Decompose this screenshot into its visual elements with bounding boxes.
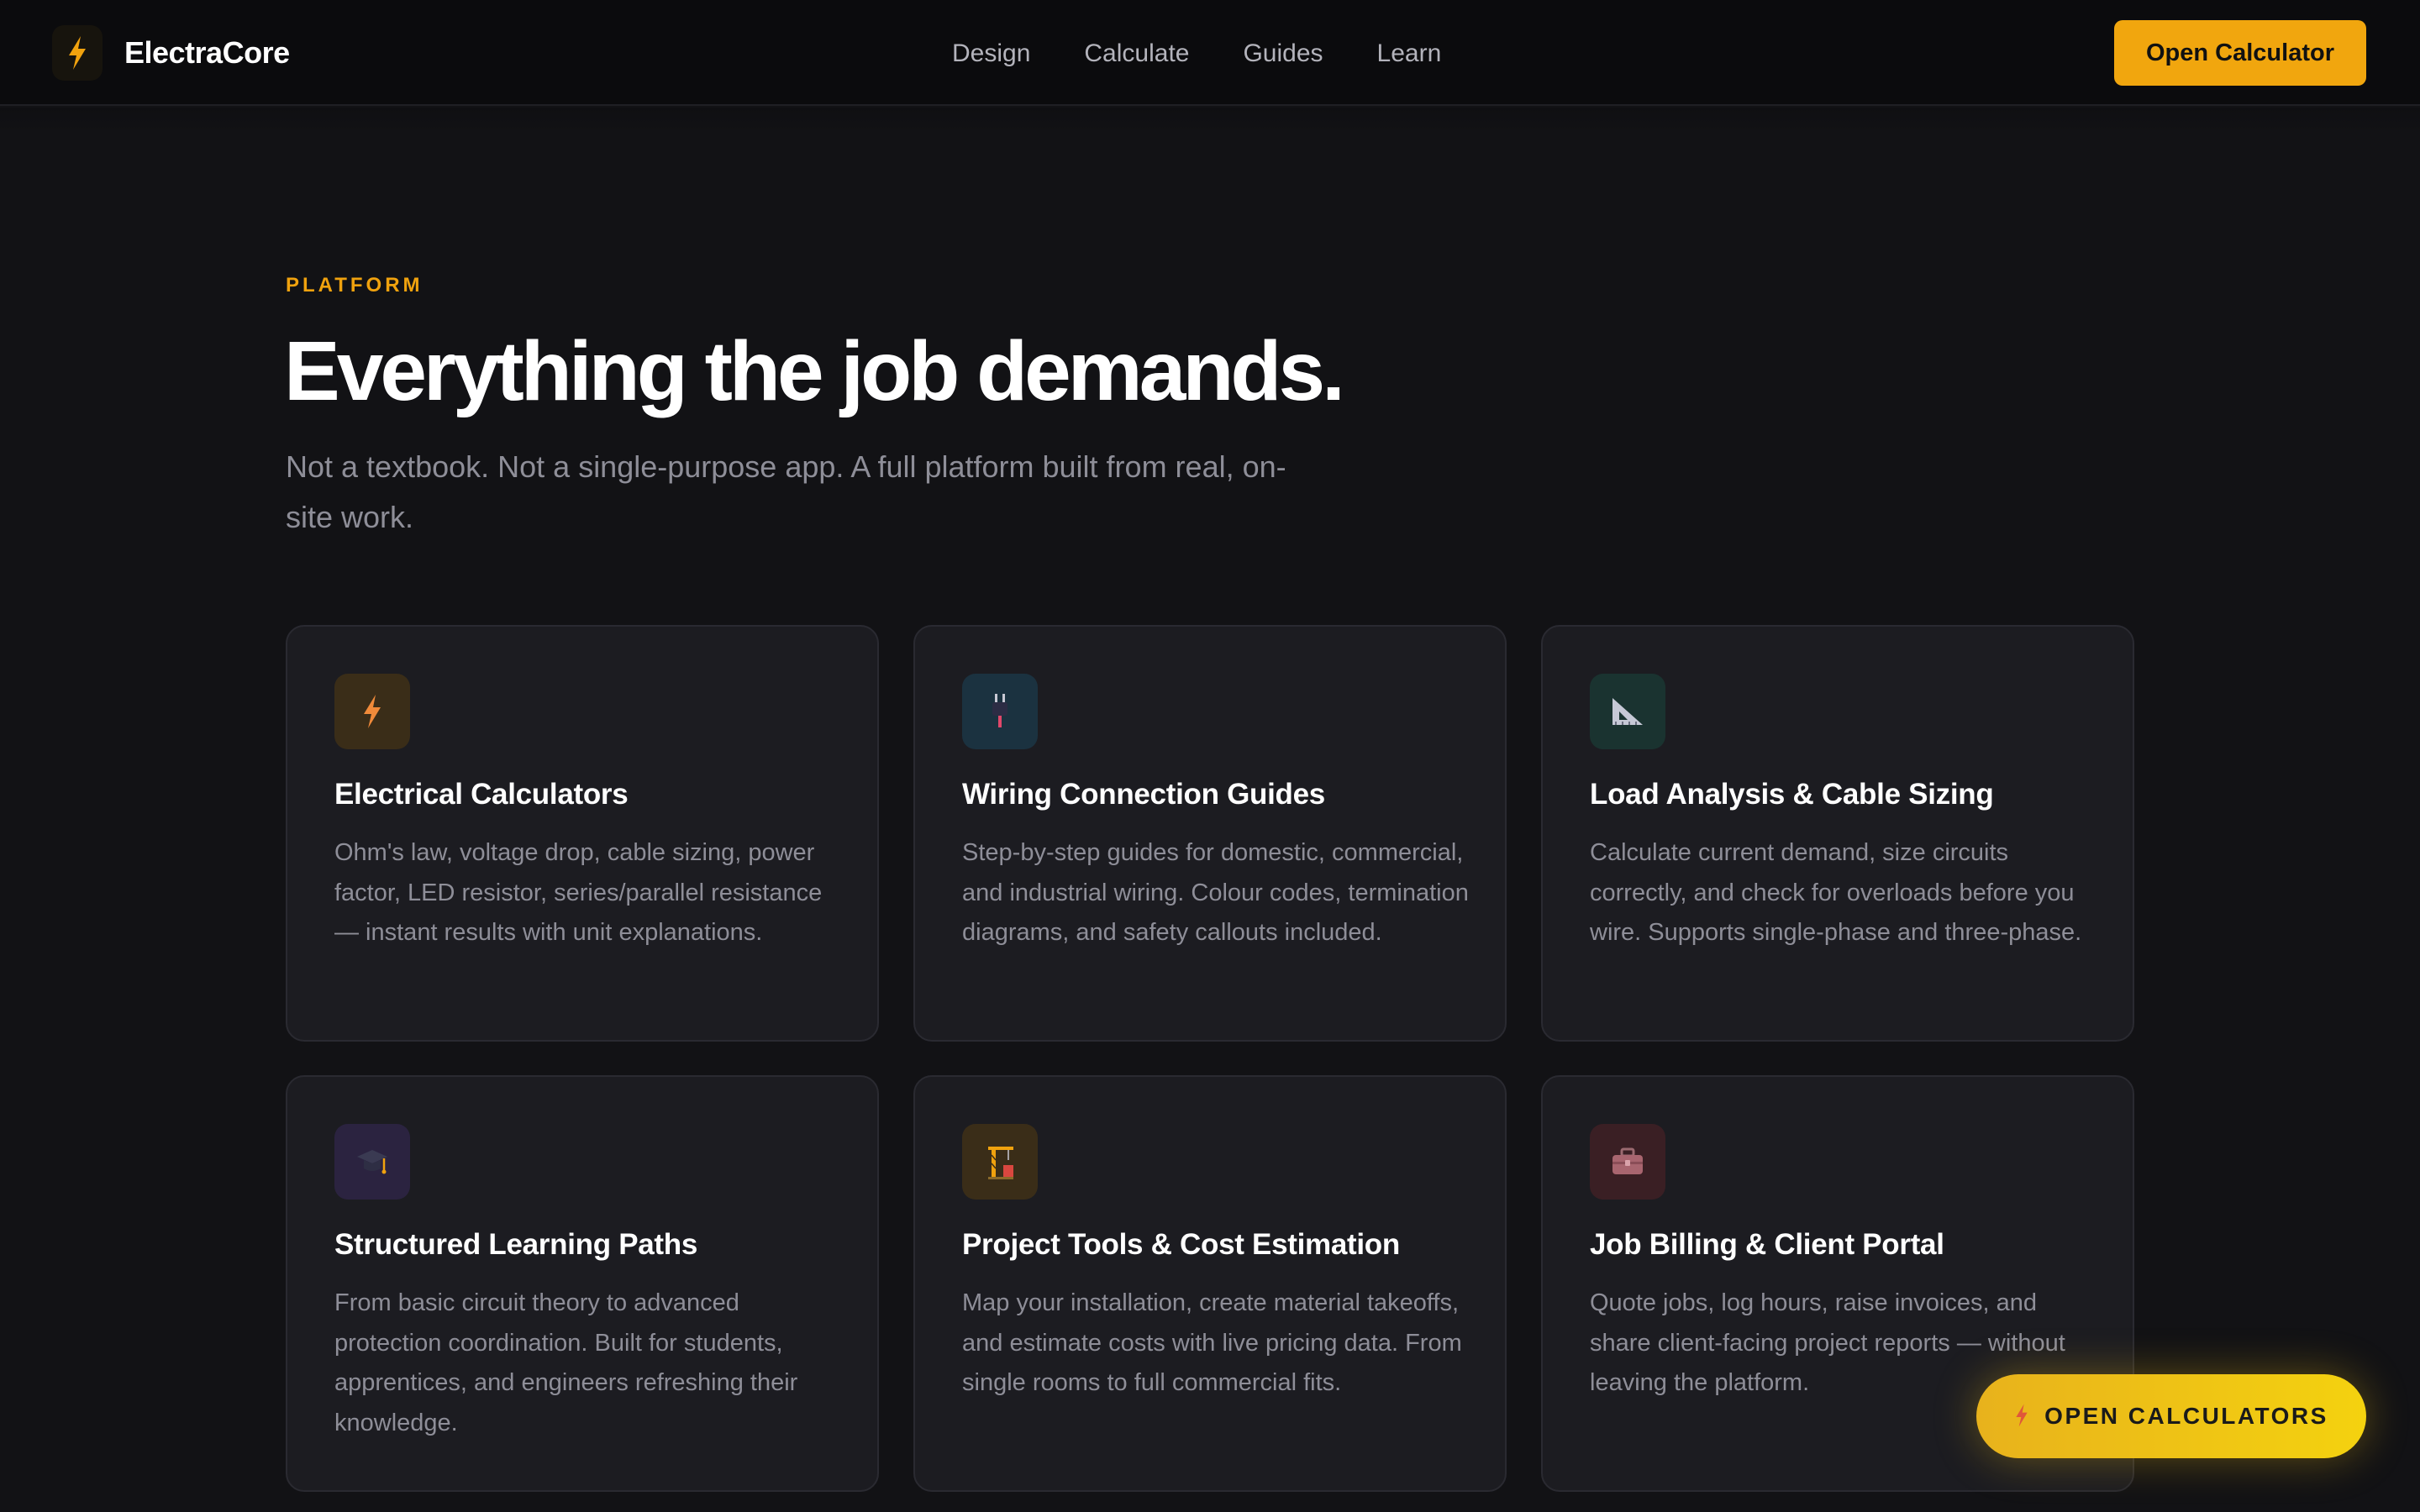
feature-description: Ohm's law, voltage drop, cable sizing, p…: [334, 839, 823, 946]
nav-item-guides[interactable]: Guides: [1243, 39, 1323, 68]
feature-card-project-tools[interactable]: Project Tools & Cost Estimation Map your…: [913, 1075, 1507, 1492]
main-nav: Design Calculate Guides Learn: [952, 34, 1441, 74]
brand-logo[interactable]: ElectraCore: [52, 25, 290, 81]
open-calculator-button[interactable]: Open Calculator: [2114, 20, 2366, 86]
feature-card-load-analysis[interactable]: Load Analysis & Cable Sizing Calculate c…: [1541, 625, 2134, 1042]
open-calculators-floating-button[interactable]: OPEN CALCULATORS: [1976, 1374, 2366, 1458]
feature-card-learning-paths[interactable]: Structured Learning Paths From basic cir…: [286, 1075, 879, 1492]
feature-description: Map your installation, create material t…: [962, 1289, 1462, 1396]
feature-title: Job Billing & Client Portal: [1590, 1228, 1944, 1261]
feature-title: Wiring Connection Guides: [962, 778, 1325, 811]
feature-card-electrical-calculators[interactable]: Electrical Calculators Ohm's law, voltag…: [286, 625, 879, 1042]
feature-description: Step-by-step guides for domestic, commer…: [962, 839, 1469, 946]
feature-description: Calculate current demand, size circuits …: [1590, 839, 2082, 946]
brand-name: ElectraCore: [124, 35, 290, 70]
section-eyebrow: PLATFORM: [286, 274, 424, 297]
header-shadow: [0, 108, 2420, 133]
feature-description: From basic circuit theory to advanced pr…: [334, 1289, 798, 1436]
page-subtitle: Not a textbook. Not a single-purpose app…: [286, 449, 1286, 534]
floating-cta-label: OPEN CALCULATORS: [2044, 1403, 2328, 1429]
nav-item-design[interactable]: Design: [952, 39, 1030, 68]
lightning-bolt-icon: [334, 674, 410, 749]
feature-title: Structured Learning Paths: [334, 1228, 698, 1261]
lightning-bolt-icon: [2014, 1404, 2029, 1430]
page-title: Everything the job demands.: [284, 324, 1345, 418]
nav-item-learn[interactable]: Learn: [1377, 39, 1442, 68]
triangle-ruler-icon: [1590, 674, 1665, 749]
feature-title: Load Analysis & Cable Sizing: [1590, 778, 1994, 811]
feature-title: Electrical Calculators: [334, 778, 629, 811]
feature-title: Project Tools & Cost Estimation: [962, 1228, 1400, 1261]
lightning-bolt-icon: [52, 25, 103, 81]
nav-item-calculate[interactable]: Calculate: [1084, 39, 1189, 68]
top-navigation-bar: ElectraCore Design Calculate Guides Lear…: [0, 0, 2420, 106]
construction-crane-icon: [962, 1124, 1038, 1200]
feature-card-wiring-guides[interactable]: Wiring Connection Guides Step-by-step gu…: [913, 625, 1507, 1042]
graduation-cap-icon: [334, 1124, 410, 1200]
briefcase-icon: [1590, 1124, 1665, 1200]
plug-icon: [962, 674, 1038, 749]
